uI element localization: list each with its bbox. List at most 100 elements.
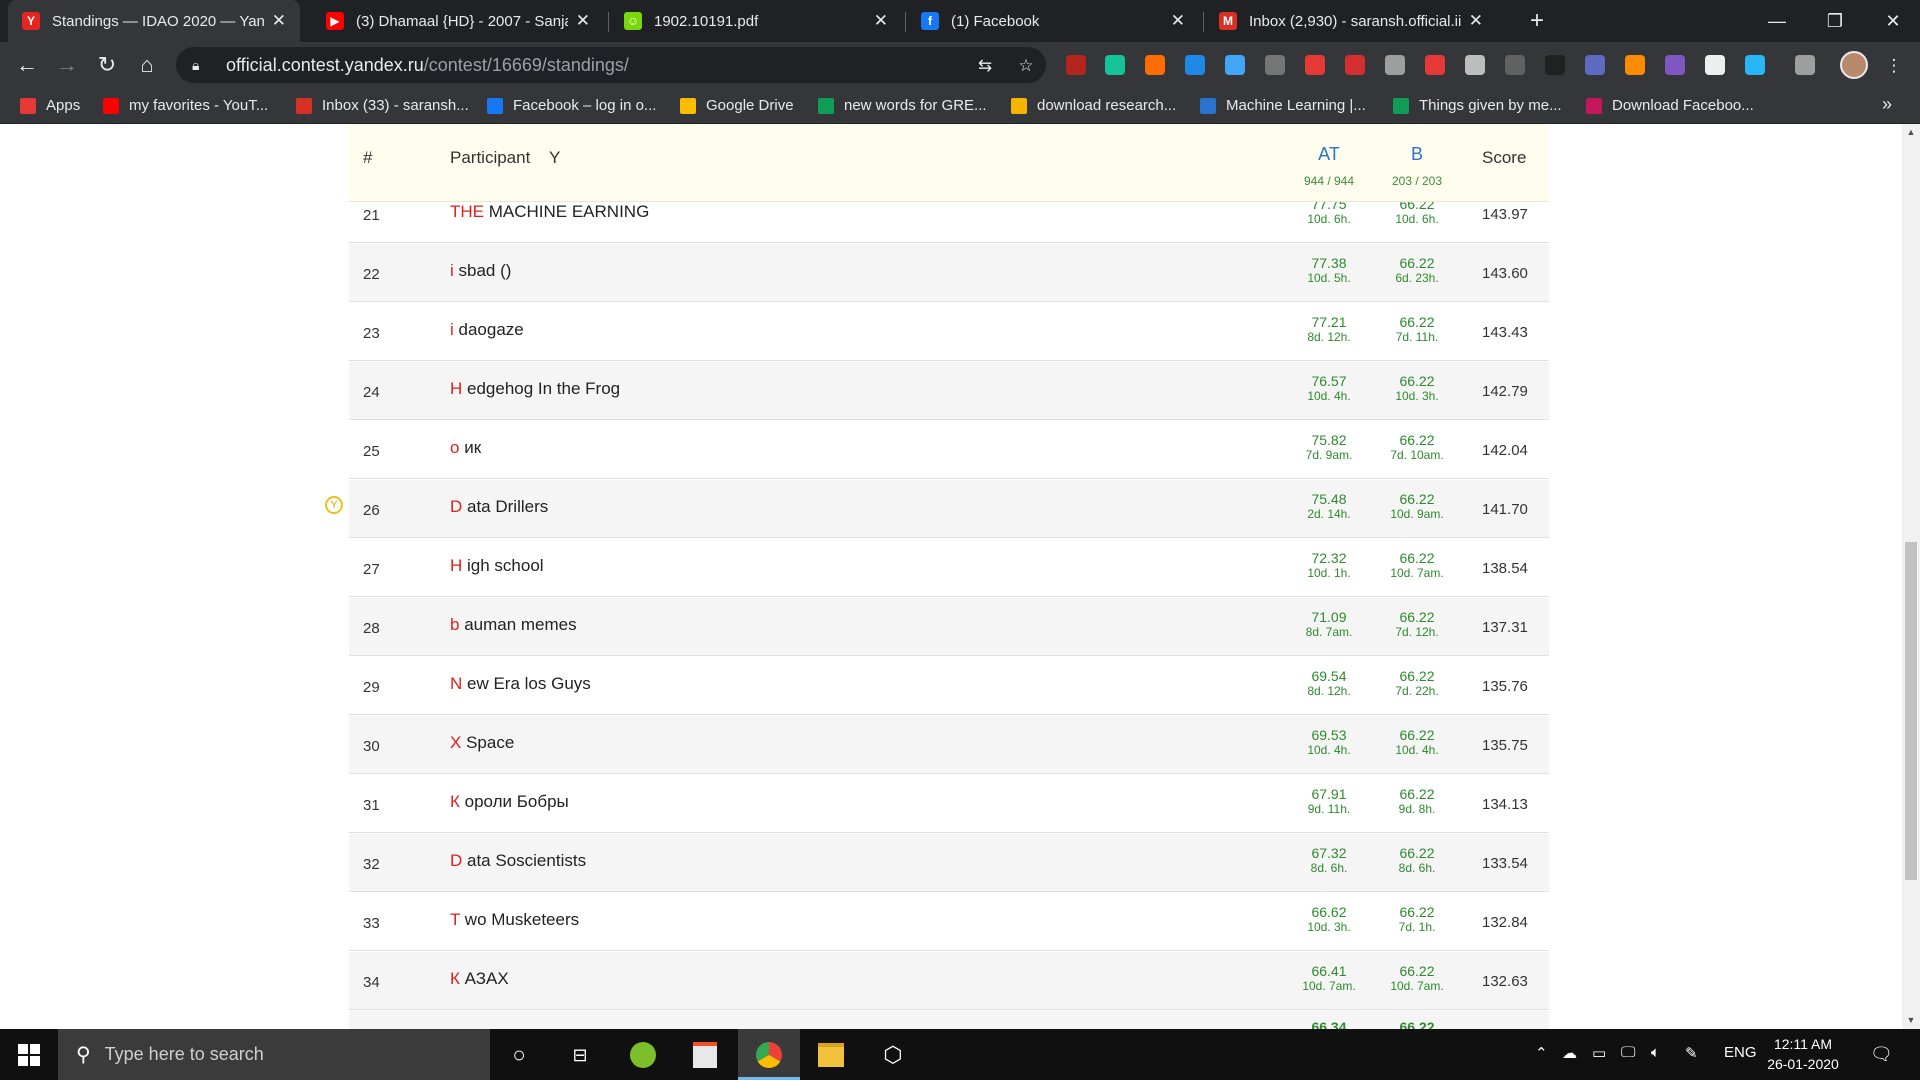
restore-button[interactable]: ❐	[1806, 0, 1864, 42]
bookmark-item[interactable]: Inbox (33) - saransh...	[296, 88, 469, 123]
new-tab-button[interactable]: +	[1522, 6, 1552, 36]
todo-extension-icon[interactable]	[1305, 55, 1325, 75]
onedrive-icon[interactable]: ☁	[1562, 1044, 1577, 1062]
problem-at-cell[interactable]: 75.82 7d. 9am.	[1289, 433, 1369, 463]
chrome-icon[interactable]	[753, 1039, 785, 1071]
participant-name[interactable]: X Space	[450, 733, 514, 753]
tab-close-icon[interactable]: ✕	[272, 11, 286, 31]
participant-name[interactable]: H igh school	[450, 556, 544, 576]
tab-close-icon[interactable]: ✕	[576, 11, 590, 31]
back-button[interactable]: ←	[12, 50, 42, 80]
taskbar-search-box[interactable]: ⚲ Type here to search	[58, 1029, 490, 1080]
participant-name[interactable]: о ик	[450, 438, 481, 458]
problem-b-cell[interactable]: 66.22 7d. 11h.	[1377, 315, 1457, 345]
menu-icon[interactable]: ⋮	[1884, 56, 1904, 76]
participant-name[interactable]: b auman memes	[450, 615, 577, 635]
profile-avatar[interactable]	[1840, 51, 1868, 79]
task-view-icon[interactable]: ⊟	[564, 1039, 596, 1071]
header-problem-at[interactable]: AT	[1289, 144, 1369, 165]
bookmark-item[interactable]: Machine Learning |...	[1200, 88, 1366, 123]
extension-icon[interactable]	[1705, 55, 1725, 75]
problem-at-cell[interactable]: 69.53 10d. 4h.	[1289, 728, 1369, 758]
extension-icon[interactable]	[1145, 55, 1165, 75]
problem-b-cell[interactable]: 66.22 10d. 7am.	[1377, 551, 1457, 581]
pdf-extension-icon[interactable]	[1066, 55, 1086, 75]
bookmark-item[interactable]: download research...	[1011, 88, 1176, 123]
problem-b-cell[interactable]: 66.22 10d. 9am.	[1377, 492, 1457, 522]
problem-b-cell[interactable]: 66.22 7d. 22h.	[1377, 669, 1457, 699]
scroll-up-arrow-icon[interactable]: ▲	[1902, 124, 1920, 141]
info-extension-icon[interactable]	[1225, 55, 1245, 75]
problem-b-cell[interactable]: 66.22 7d. 12h.	[1377, 610, 1457, 640]
problem-b-cell[interactable]: 66.22 10d. 3h.	[1377, 374, 1457, 404]
notifications-icon[interactable]: 🗨︎	[1870, 1044, 1893, 1065]
app-icon-hexagon[interactable]: ⬡	[877, 1039, 909, 1071]
participant-filter-icon[interactable]: Y	[549, 148, 560, 168]
participant-name[interactable]: i daogaze	[450, 320, 524, 340]
audio-extension-icon[interactable]	[1745, 55, 1765, 75]
problem-at-cell[interactable]: 77.21 8d. 12h.	[1289, 315, 1369, 345]
forward-button[interactable]: →	[52, 50, 82, 80]
grammarly-icon[interactable]	[1105, 55, 1125, 75]
notification-extension-icon[interactable]	[1425, 55, 1445, 75]
shield-extension-icon[interactable]	[1265, 55, 1285, 75]
participant-name[interactable]: D ata Soscientists	[450, 851, 586, 871]
participant-name[interactable]: К АЗАХ	[450, 969, 509, 989]
extension-icon[interactable]	[1385, 55, 1405, 75]
participant-name[interactable]: N ew Era los Guys	[450, 674, 591, 694]
page-scrollbar[interactable]: ▲ ▼	[1902, 124, 1920, 1029]
start-button[interactable]	[0, 1029, 58, 1080]
language-indicator[interactable]: ENG	[1724, 1044, 1757, 1061]
problem-at-cell[interactable]: 69.54 8d. 12h.	[1289, 669, 1369, 699]
network-icon[interactable]: 🖵︎	[1621, 1044, 1635, 1061]
problem-at-cell[interactable]: 67.91 9d. 11h.	[1289, 787, 1369, 817]
problem-at-cell[interactable]: 72.32 10d. 1h.	[1289, 551, 1369, 581]
bookmark-item[interactable]: Google Drive	[680, 88, 794, 123]
problem-at-cell[interactable]: 66.62 10d. 3h.	[1289, 905, 1369, 935]
browser-tab[interactable]: ☺ 1902.10191.pdf ✕	[610, 0, 902, 42]
participant-name[interactable]: К ороли Бобры	[450, 792, 569, 812]
problem-b-cell[interactable]: 66.22 10d. 7am.	[1377, 964, 1457, 994]
scroll-thumb[interactable]	[1905, 542, 1917, 880]
media-control-icon[interactable]	[1795, 55, 1815, 75]
cube-extension-icon[interactable]	[1545, 55, 1565, 75]
browser-tab[interactable]: M Inbox (2,930) - saransh.official.iit ✕	[1205, 0, 1497, 42]
pen-icon[interactable]: ✎	[1685, 1044, 1698, 1062]
problem-b-cell[interactable]: 66.22 9d. 8h.	[1377, 787, 1457, 817]
problem-b-cell[interactable]: 66.22 8d. 6h.	[1377, 846, 1457, 876]
reload-button[interactable]: ↻	[92, 50, 122, 80]
more-bookmarks-icon[interactable]: »	[1882, 94, 1892, 115]
microsoft-store-icon[interactable]	[689, 1039, 721, 1071]
tab-close-icon[interactable]: ✕	[874, 11, 888, 31]
problem-at-cell[interactable]: 77.38 10d. 5h.	[1289, 256, 1369, 286]
problem-b-cell[interactable]: 66.22 7d. 10am.	[1377, 433, 1457, 463]
problem-at-cell[interactable]: 76.57 10d. 4h.	[1289, 374, 1369, 404]
tab-close-icon[interactable]: ✕	[1171, 11, 1185, 31]
problem-at-cell[interactable]: 75.48 2d. 14h.	[1289, 492, 1369, 522]
problem-at-cell[interactable]: 66.34	[1289, 1020, 1369, 1030]
translate-icon[interactable]: ⇆	[975, 56, 995, 76]
home-button[interactable]: ⌂	[132, 50, 162, 80]
extension-icon[interactable]	[1585, 55, 1605, 75]
tab-close-icon[interactable]: ✕	[1469, 11, 1483, 31]
participant-name[interactable]: i sbad ()	[450, 261, 511, 281]
browser-tab[interactable]: f (1) Facebook ✕	[907, 0, 1199, 42]
browser-tab[interactable]: Y Standings — IDAO 2020 — Yande ✕	[8, 0, 300, 42]
clock[interactable]: 12:11 AM 26-01-2020	[1758, 1034, 1848, 1074]
battery-icon[interactable]: ▭	[1592, 1044, 1606, 1062]
bookmark-item[interactable]: Download Faceboo...	[1586, 88, 1754, 123]
bookmark-item[interactable]: Facebook – log in o...	[487, 88, 656, 123]
browser-tab[interactable]: ▶ (3) Dhamaal {HD} - 2007 - Sanjay ✕	[312, 0, 604, 42]
volume-icon[interactable]: 🔈︎	[1651, 1044, 1660, 1061]
problem-at-cell[interactable]: 67.32 8d. 6h.	[1289, 846, 1369, 876]
header-problem-b[interactable]: B	[1377, 144, 1457, 165]
app-icon-green[interactable]	[627, 1039, 659, 1071]
bookmark-item[interactable]: Apps	[20, 88, 80, 123]
show-hidden-icons-icon[interactable]: ⌃	[1535, 1044, 1548, 1062]
s-extension-icon[interactable]	[1185, 55, 1205, 75]
close-window-button[interactable]: ✕	[1864, 0, 1920, 42]
problem-b-cell[interactable]: 66.22	[1377, 1020, 1457, 1030]
scroll-down-arrow-icon[interactable]: ▼	[1902, 1012, 1920, 1029]
adblock-icon[interactable]	[1345, 55, 1365, 75]
problem-b-cell[interactable]: 66.22 10d. 4h.	[1377, 728, 1457, 758]
